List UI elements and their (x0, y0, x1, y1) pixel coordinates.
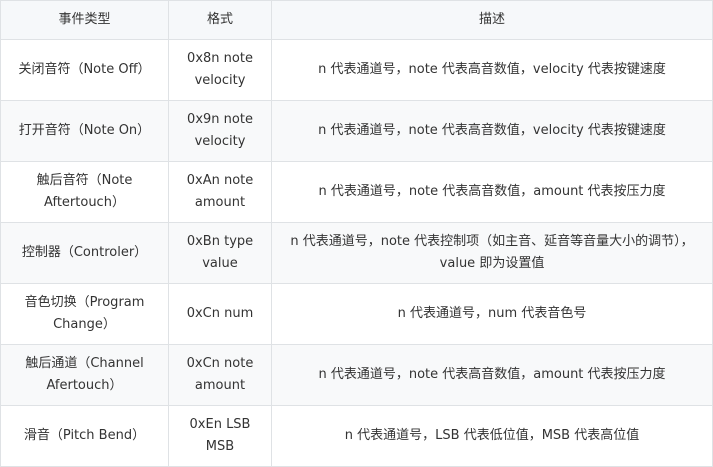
cell-description: n 代表通道号，num 代表音色号 (271, 283, 713, 345)
cell-event-type: 滑音（Pitch Bend） (0, 405, 169, 467)
cell-description: n 代表通道号，note 代表高音数值，velocity 代表按键速度 (271, 100, 713, 162)
table-row: 关闭音符（Note Off） 0x8n note velocity n 代表通道… (0, 39, 713, 101)
cell-format: 0xCn num (168, 283, 272, 345)
cell-format: 0xCn note amount (168, 344, 272, 406)
cell-format: 0xBn type value (168, 222, 272, 284)
table-row: 触后通道（Channel Afertouch） 0xCn note amount… (0, 344, 713, 406)
cell-event-type: 打开音符（Note On） (0, 100, 169, 162)
cell-description: n 代表通道号，LSB 代表低位值，MSB 代表高位值 (271, 405, 713, 467)
cell-description: n 代表通道号，note 代表高音数值，amount 代表按压力度 (271, 161, 713, 223)
header-format: 格式 (168, 0, 272, 40)
header-event-type: 事件类型 (0, 0, 169, 40)
cell-description: n 代表通道号，note 代表高音数值，velocity 代表按键速度 (271, 39, 713, 101)
table-row: 控制器（Controler） 0xBn type value n 代表通道号，n… (0, 222, 713, 284)
cell-format: 0xAn note amount (168, 161, 272, 223)
header-description: 描述 (271, 0, 713, 40)
table-row: 打开音符（Note On） 0x9n note velocity n 代表通道号… (0, 100, 713, 162)
cell-description: n 代表通道号，note 代表控制项（如主音、延音等音量大小的调节），value… (271, 222, 713, 284)
cell-event-type: 音色切换（Program Change） (0, 283, 169, 345)
cell-format: 0x8n note velocity (168, 39, 272, 101)
cell-event-type: 关闭音符（Note Off） (0, 39, 169, 101)
cell-event-type: 触后通道（Channel Afertouch） (0, 344, 169, 406)
cell-event-type: 控制器（Controler） (0, 222, 169, 284)
midi-event-table: 事件类型 格式 描述 关闭音符（Note Off） 0x8n note velo… (0, 0, 713, 467)
cell-format: 0xEn LSB MSB (168, 405, 272, 467)
cell-description: n 代表通道号，note 代表高音数值，amount 代表按压力度 (271, 344, 713, 406)
table-row: 触后音符（Note Aftertouch） 0xAn note amount n… (0, 161, 713, 223)
table-header-row: 事件类型 格式 描述 (0, 0, 713, 40)
table-row: 滑音（Pitch Bend） 0xEn LSB MSB n 代表通道号，LSB … (0, 405, 713, 467)
cell-event-type: 触后音符（Note Aftertouch） (0, 161, 169, 223)
cell-format: 0x9n note velocity (168, 100, 272, 162)
table-row: 音色切换（Program Change） 0xCn num n 代表通道号，nu… (0, 283, 713, 345)
